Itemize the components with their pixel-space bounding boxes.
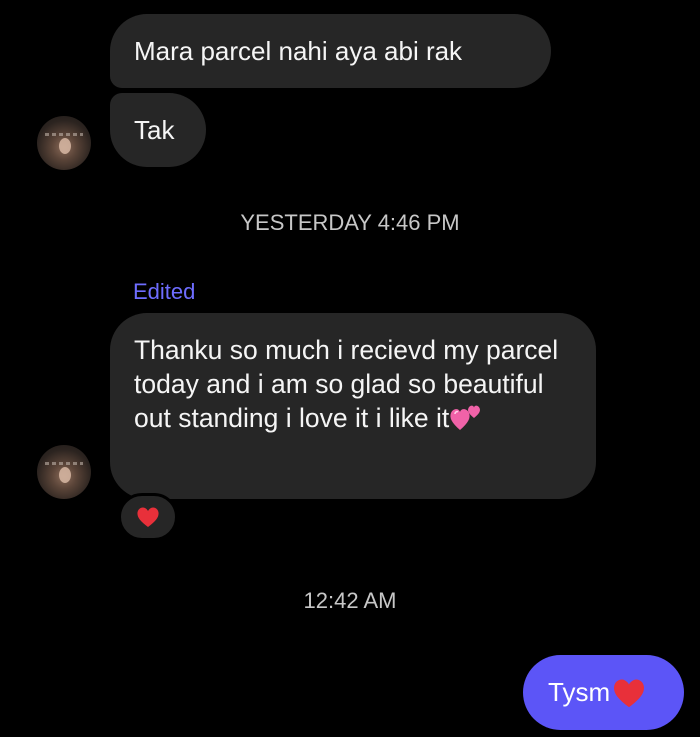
edited-label[interactable]: Edited bbox=[133, 279, 195, 305]
incoming-message-bubble[interactable]: Tak bbox=[110, 93, 206, 167]
message-reaction[interactable] bbox=[118, 493, 178, 541]
red-heart-icon bbox=[612, 677, 646, 709]
outgoing-message-bubble[interactable]: Tysm bbox=[523, 655, 684, 730]
avatar-detail bbox=[45, 133, 83, 136]
avatar-detail bbox=[45, 462, 83, 465]
message-text: Tysm bbox=[548, 677, 611, 707]
message-text: Mara parcel nahi aya abi rak bbox=[134, 36, 463, 66]
two-hearts-icon bbox=[449, 403, 483, 433]
message-text: Tak bbox=[134, 115, 175, 145]
avatar-detail bbox=[59, 138, 71, 154]
avatar[interactable] bbox=[37, 445, 91, 499]
timestamp: 12:42 AM bbox=[303, 588, 397, 613]
red-heart-icon bbox=[136, 506, 160, 528]
timestamp: YESTERDAY 4:46 PM bbox=[240, 210, 460, 235]
avatar-detail bbox=[59, 467, 71, 483]
avatar[interactable] bbox=[37, 116, 91, 170]
incoming-message-bubble[interactable]: Mara parcel nahi aya abi rak bbox=[110, 14, 551, 88]
message-text: Thanku so much i recievd my parcel today… bbox=[134, 335, 559, 433]
incoming-message-bubble[interactable]: Thanku so much i recievd my parcel today… bbox=[110, 313, 596, 499]
